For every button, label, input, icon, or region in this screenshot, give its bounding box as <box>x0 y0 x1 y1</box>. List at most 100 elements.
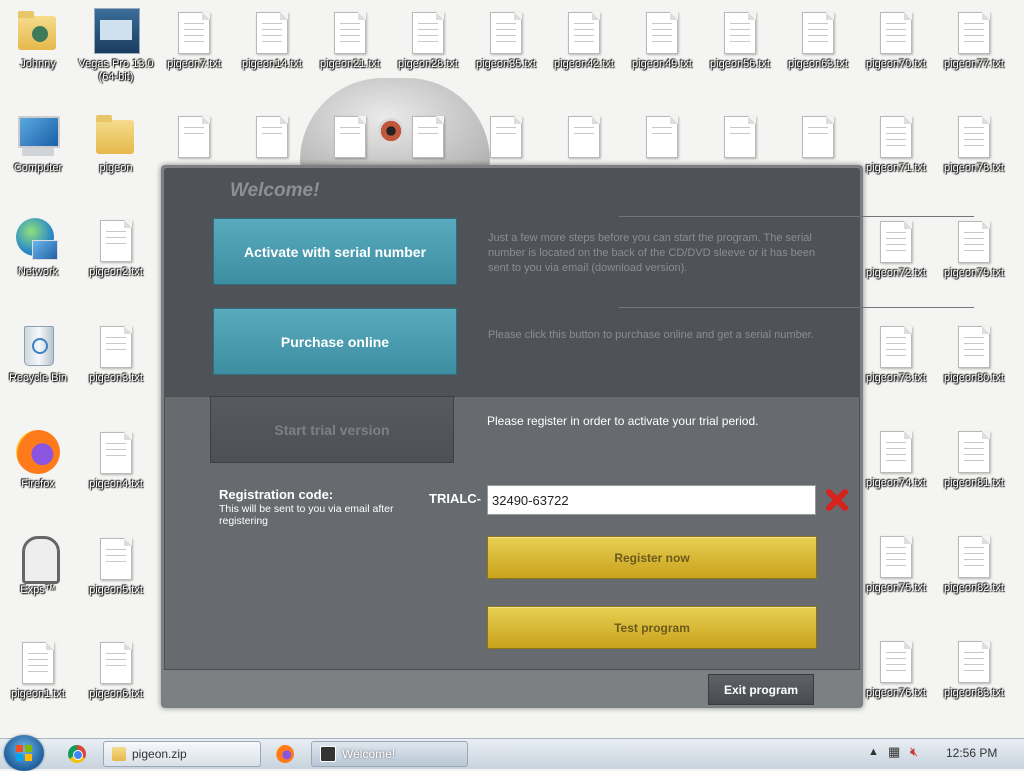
test-program-button[interactable]: Test program <box>487 606 817 649</box>
desktop-icon-pigeon7[interactable]: pigeon7.txt <box>156 8 232 71</box>
volume-muted-icon[interactable]: 🔇︎ <box>910 744 918 760</box>
text-file-icon <box>156 8 232 56</box>
desktop-icon-pigeon83[interactable]: pigeon83.txt <box>936 637 1012 700</box>
registration-code-label: Registration code: <box>219 487 334 502</box>
text-file-icon <box>78 534 154 582</box>
taskbar-item-welcome[interactable]: Welcome! <box>311 741 468 767</box>
text-file-icon <box>780 112 856 160</box>
chrome-icon[interactable] <box>60 743 94 765</box>
show-hidden-icons[interactable]: ▲ <box>868 746 879 758</box>
desktop-icon-pigeon72[interactable]: pigeon72.txt <box>858 217 934 280</box>
computer-icon <box>0 112 76 160</box>
text-file-icon <box>78 216 154 264</box>
text-file-icon <box>936 532 1012 580</box>
desktop-icon-pigeon42[interactable]: pigeon42.txt <box>546 8 622 71</box>
desktop-icon-exps[interactable]: Exps™ <box>0 534 76 597</box>
desktop-icon-pigeon1[interactable]: pigeon1.txt <box>0 638 76 701</box>
desktop-icon-pigeon77[interactable]: pigeon77.txt <box>936 8 1012 71</box>
text-file-icon <box>468 8 544 56</box>
text-file-icon <box>702 112 778 160</box>
desktop-icon-pigeon14[interactable]: pigeon14.txt <box>234 8 310 71</box>
windows-logo-icon <box>16 745 32 761</box>
divider <box>619 216 974 217</box>
taskbar-item-pigeon-zip[interactable]: pigeon.zip <box>103 741 261 767</box>
desktop-icon-pigeon76[interactable]: pigeon76.txt <box>858 637 934 700</box>
text-file-icon <box>390 8 466 56</box>
start-button[interactable] <box>4 735 44 771</box>
text-file-icon <box>390 112 466 160</box>
desktop-icon-pigeon73[interactable]: pigeon73.txt <box>858 322 934 385</box>
desktop-icon-pigeon2[interactable]: pigeon2.txt <box>78 216 154 279</box>
divider <box>619 307 974 308</box>
start-trial-button[interactable]: Start trial version <box>210 396 454 463</box>
desktop-icon-pigeon79[interactable]: pigeon79.txt <box>936 217 1012 280</box>
trial-description: Please register in order to activate you… <box>487 414 759 428</box>
dialog-title: Welcome! <box>230 180 320 201</box>
text-file-icon <box>936 8 1012 56</box>
desktop-icon-pigeon71[interactable]: pigeon71.txt <box>858 112 934 175</box>
text-file-icon <box>858 322 934 370</box>
text-file-icon <box>468 112 544 160</box>
desktop-icon-pigeon-folder[interactable]: pigeon <box>78 112 154 175</box>
desktop-icon-pigeon3[interactable]: pigeon3.txt <box>78 322 154 385</box>
desktop-icon-pigeon6[interactable]: pigeon6.txt <box>78 638 154 701</box>
network-icon <box>0 216 76 264</box>
exit-program-button[interactable]: Exit program <box>708 674 814 705</box>
clear-icon[interactable] <box>825 488 849 512</box>
desktop-icon-pigeon75[interactable]: pigeon75.txt <box>858 532 934 595</box>
desktop-icon-network[interactable]: Network <box>0 216 76 279</box>
desktop-icon-johnny[interactable]: Johnny <box>0 8 76 71</box>
desktop-icon-pigeon81[interactable]: pigeon81.txt <box>936 427 1012 490</box>
text-file-icon <box>546 8 622 56</box>
registration-code-hint: This will be sent to you via email after… <box>219 503 394 527</box>
desktop-icon-pigeon80[interactable]: pigeon80.txt <box>936 322 1012 385</box>
purchase-online-button[interactable]: Purchase online <box>213 308 457 375</box>
text-file-icon <box>858 427 934 475</box>
desktop-icon-pigeon28[interactable]: pigeon28.txt <box>390 8 466 71</box>
text-file-icon <box>234 112 310 160</box>
desktop-icon-pigeon56[interactable]: pigeon56.txt <box>702 8 778 71</box>
dialog-top-panel: Welcome! Activate with serial number Jus… <box>164 168 974 396</box>
desktop-icon-pigeon21[interactable]: pigeon21.txt <box>312 8 388 71</box>
text-file-icon <box>780 8 856 56</box>
text-file-icon <box>234 8 310 56</box>
text-file-icon <box>936 112 1012 160</box>
text-file-icon <box>0 638 76 686</box>
desktop-icon-pigeon35[interactable]: pigeon35.txt <box>468 8 544 71</box>
desktop-icon-pigeon78[interactable]: pigeon78.txt <box>936 112 1012 175</box>
text-file-icon <box>936 322 1012 370</box>
register-now-button[interactable]: Register now <box>487 536 817 579</box>
network-tray-icon[interactable]: ▦ <box>888 744 900 760</box>
desktop-icon-pigeon82[interactable]: pigeon82.txt <box>936 532 1012 595</box>
welcome-dialog: Welcome! Activate with serial number Jus… <box>161 165 974 708</box>
desktop-icon-pigeon49[interactable]: pigeon49.txt <box>624 8 700 71</box>
desktop-icon-recycle-bin[interactable]: Recycle Bin <box>0 322 76 385</box>
text-file-icon <box>702 8 778 56</box>
text-file-icon <box>156 112 232 160</box>
activate-serial-button[interactable]: Activate with serial number <box>213 218 457 285</box>
desktop-icon-computer[interactable]: Computer <box>0 112 76 175</box>
text-file-icon <box>936 217 1012 265</box>
vegas-pro-icon <box>78 8 154 56</box>
desktop-icon-vegas-pro[interactable]: Vegas Pro 13.0 (64-bit) <box>78 8 154 84</box>
text-file-icon <box>312 8 388 56</box>
desktop-icon-pigeon4[interactable]: pigeon4.txt <box>78 428 154 491</box>
firefox-taskbar-icon[interactable] <box>268 743 302 765</box>
registration-prefix: TRIALC- <box>429 491 481 506</box>
registration-code-input[interactable] <box>487 485 816 515</box>
lock-icon <box>320 746 336 762</box>
desktop-icon-pigeon5[interactable]: pigeon5.txt <box>78 534 154 597</box>
desktop-icon-pigeon74[interactable]: pigeon74.txt <box>858 427 934 490</box>
desktop-icon-pigeon63[interactable]: pigeon63.txt <box>780 8 856 71</box>
clock[interactable]: 12:56 PM <box>946 746 997 760</box>
text-file-icon <box>936 427 1012 475</box>
folder-icon <box>112 747 126 761</box>
text-file-icon <box>624 112 700 160</box>
taskbar: pigeon.zip Welcome! ▲ ▦ 🔇︎ 12:56 PM <box>0 735 1024 771</box>
activate-description: Just a few more steps before you can sta… <box>488 232 816 274</box>
desktop-icon-firefox[interactable]: Firefox <box>0 428 76 491</box>
text-file-icon <box>858 532 934 580</box>
text-file-icon <box>936 637 1012 685</box>
purchase-description: Please click this button to purchase onl… <box>488 329 814 341</box>
desktop-icon-pigeon70[interactable]: pigeon70.txt <box>858 8 934 71</box>
